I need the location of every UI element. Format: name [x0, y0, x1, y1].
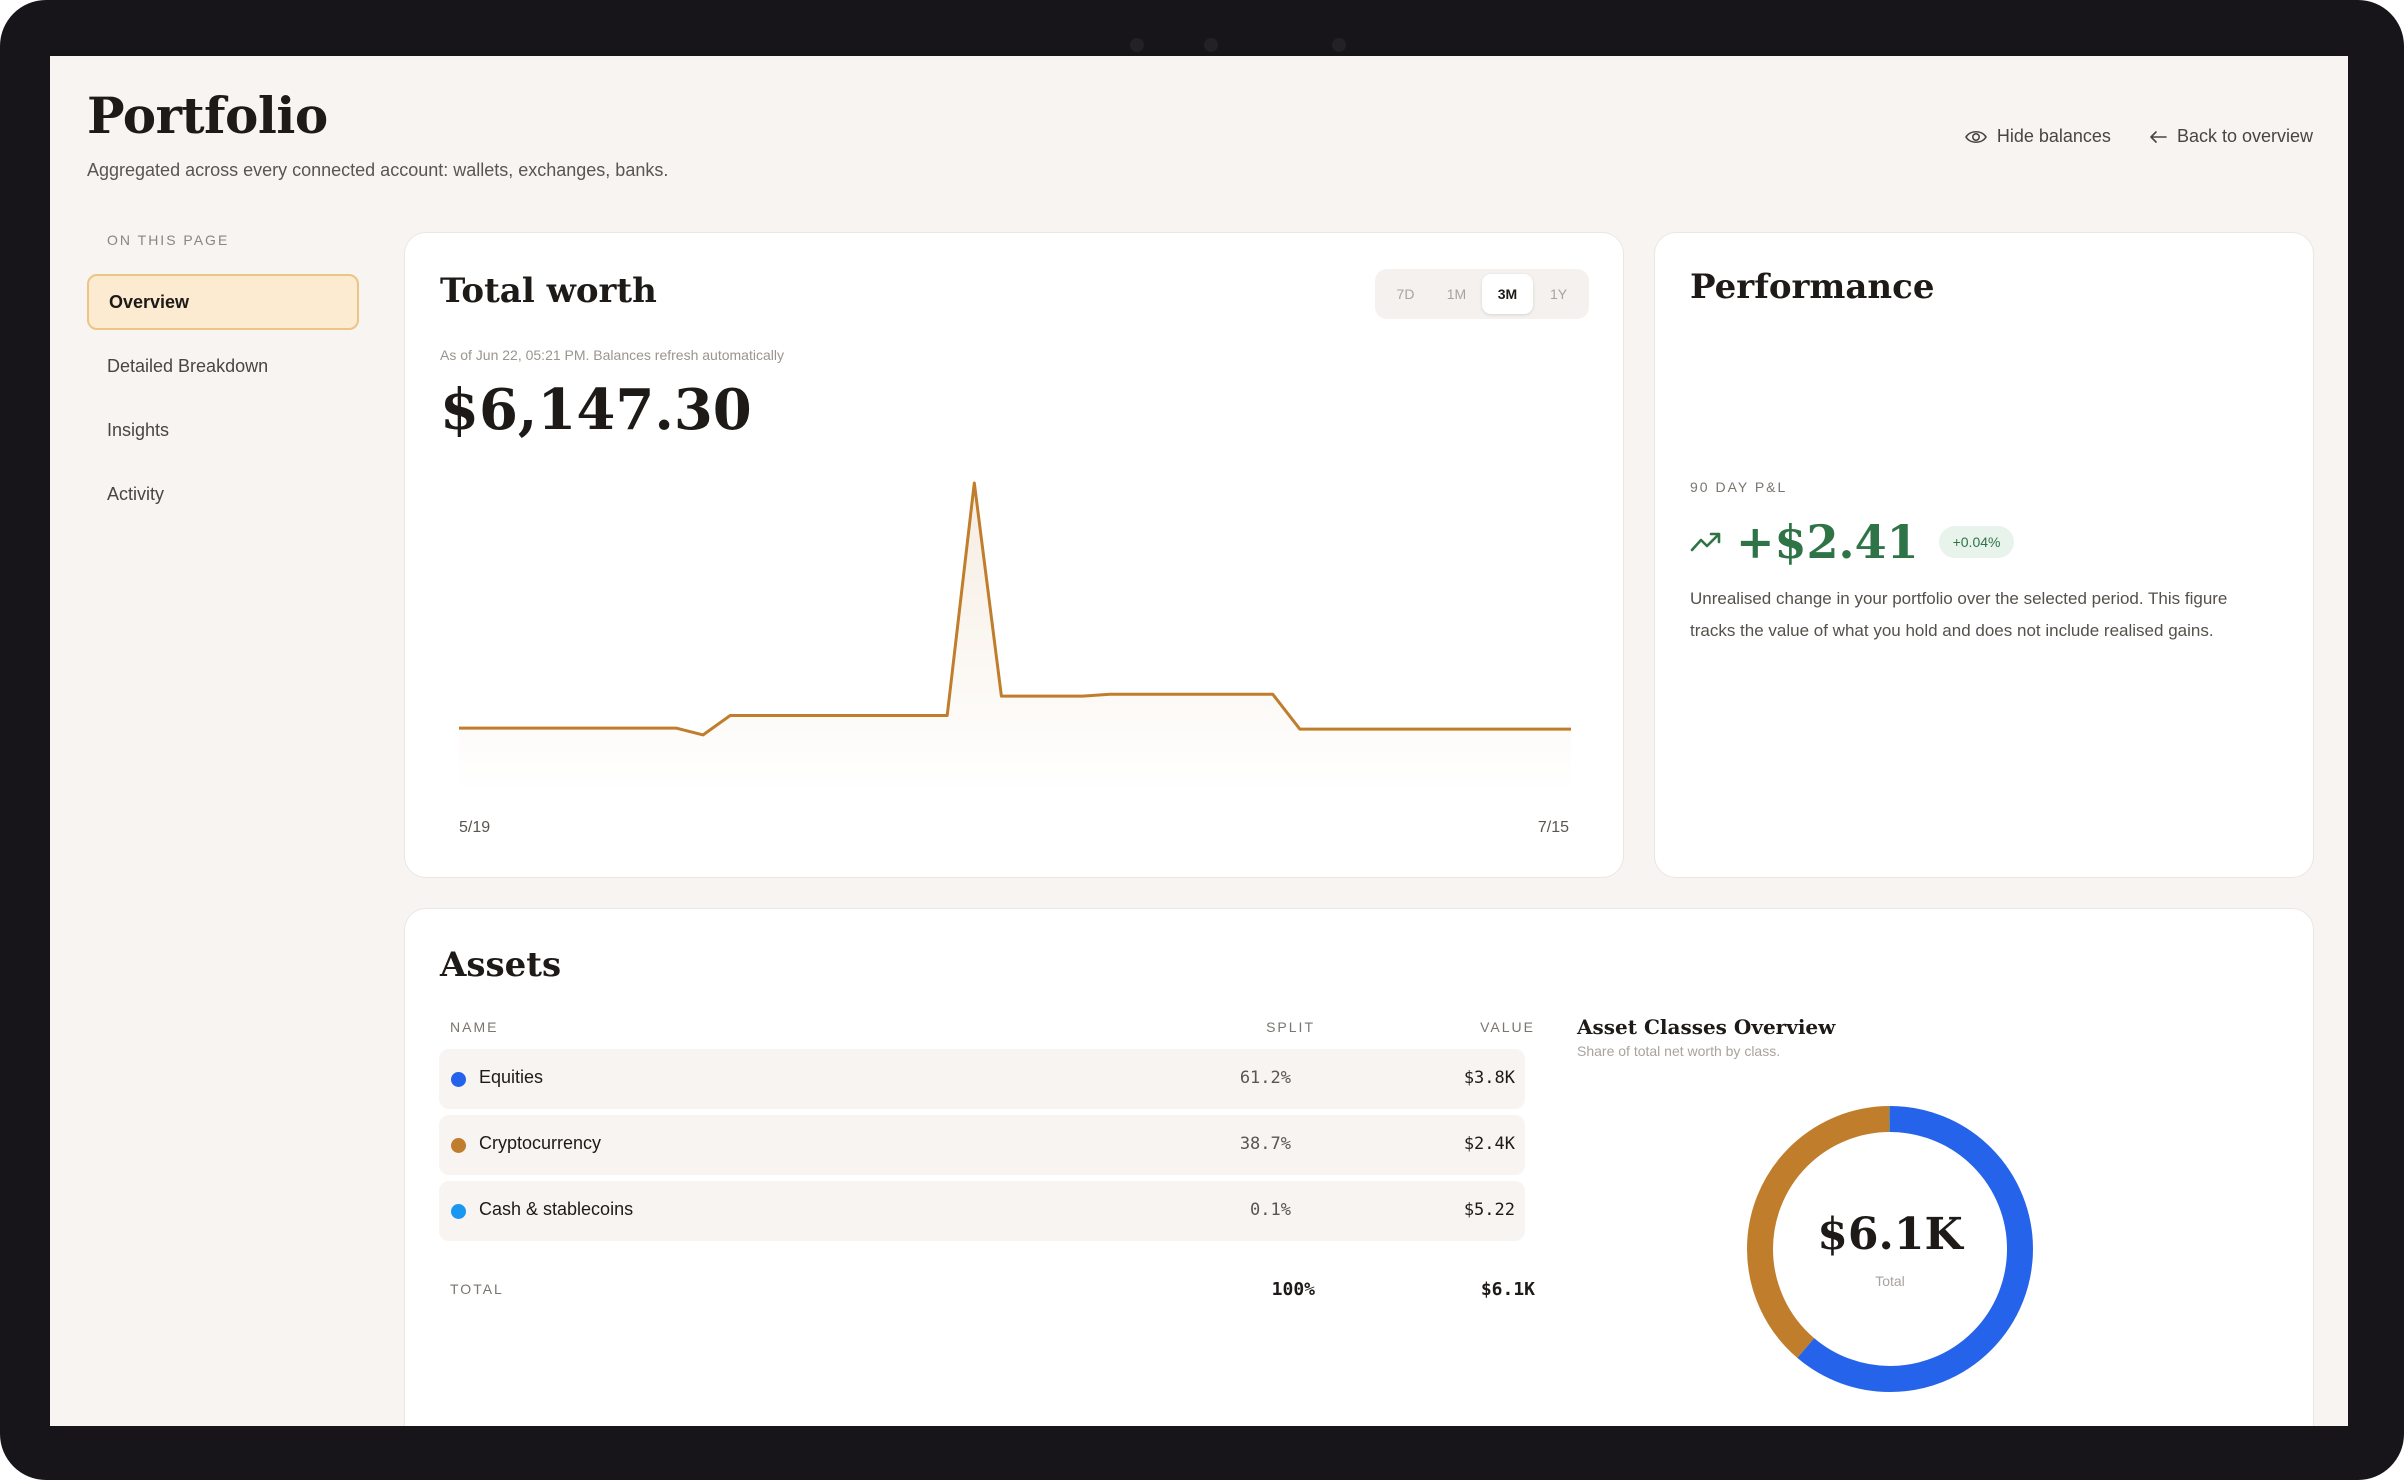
cryptocurrency-color-dot	[451, 1138, 466, 1153]
cash-color-dot	[451, 1204, 466, 1219]
x-axis-start-label: 5/19	[459, 819, 491, 836]
equities-color-dot	[451, 1072, 466, 1087]
asset-split: 61.2%	[1239, 1068, 1291, 1088]
asset-split: 38.7%	[1239, 1134, 1291, 1154]
asset-value: $2.4K	[1463, 1134, 1515, 1154]
donut-title: Asset Classes Overview	[1577, 1015, 1836, 1039]
performance-card: Performance 90 DAY P&L +$2.41 +0.04% Unr…	[1654, 232, 2314, 878]
column-header-split: SPLIT	[1266, 1019, 1315, 1035]
hide-balances-label: Hide balances	[1996, 126, 2111, 146]
total-value: $6.1K	[1480, 1279, 1535, 1300]
page-subtitle: Aggregated across every connected accoun…	[87, 160, 669, 180]
pnl-row: +$2.41 +0.04%	[1690, 515, 2015, 569]
header-actions: Hide balances Back to overview	[1964, 126, 2313, 147]
column-header-name: NAME	[450, 1019, 499, 1035]
camera-dot	[1204, 38, 1218, 52]
sidebar-item-insights[interactable]: Insights	[87, 402, 359, 458]
assets-card: Assets NAME SPLIT VALUE Equities 61.2% $…	[404, 908, 2314, 1426]
back-to-overview-link[interactable]: Back to overview	[2149, 126, 2313, 147]
app-screen: Portfolio Aggregated across every connec…	[50, 56, 2348, 1426]
assets-title: Assets	[440, 945, 562, 985]
sensor-dot	[1130, 38, 1144, 52]
total-split: 100%	[1271, 1279, 1315, 1300]
asset-row-cash-stablecoins[interactable]: Cash & stablecoins 0.1% $5.22	[439, 1181, 1525, 1241]
asset-split: 0.1%	[1250, 1200, 1291, 1220]
page-title: Portfolio	[87, 86, 328, 145]
pnl-percent-badge: +0.04%	[1938, 526, 2015, 558]
pnl-kicker: 90 DAY P&L	[1690, 479, 1788, 495]
total-worth-series-line	[459, 481, 1571, 737]
asset-name: Cryptocurrency	[479, 1133, 602, 1153]
donut-subtitle: Share of total net worth by class.	[1577, 1043, 1781, 1059]
nav-heading: ON THIS PAGE	[107, 232, 230, 248]
sidebar-item-detailed-breakdown[interactable]: Detailed Breakdown	[87, 338, 359, 394]
asset-row-equities[interactable]: Equities 61.2% $3.8K	[439, 1049, 1525, 1109]
total-worth-line-chart	[459, 481, 1571, 793]
performance-title: Performance	[1690, 267, 1935, 307]
sidebar-nav: Overview Detailed Breakdown Insights Act…	[87, 274, 359, 530]
device-bezel: Portfolio Aggregated across every connec…	[0, 0, 2404, 1480]
asset-value: $3.8K	[1463, 1068, 1515, 1088]
eye-icon	[1964, 130, 1987, 143]
arrow-left-icon	[2150, 130, 2167, 143]
donut-center-label: Total	[1875, 1273, 1905, 1289]
asset-name: Cash & stablecoins	[479, 1199, 634, 1219]
back-to-overview-label: Back to overview	[2176, 126, 2313, 146]
pnl-value: +$2.41	[1736, 515, 1919, 569]
performance-description: Unrealised change in your portfolio over…	[1690, 589, 2228, 640]
asset-name: Equities	[479, 1067, 544, 1087]
total-worth-card: Total worth 7D 1M 3M 1Y As of Jun 22, 05…	[404, 232, 1624, 878]
column-header-value: VALUE	[1480, 1019, 1535, 1035]
sensor-dot	[1332, 38, 1346, 52]
trending-up-icon	[1690, 532, 1721, 552]
asset-row-cryptocurrency[interactable]: Cryptocurrency 38.7% $2.4K	[439, 1115, 1525, 1175]
asset-value: $5.22	[1463, 1200, 1515, 1220]
x-axis-end-label: 7/15	[1537, 819, 1569, 836]
sidebar-item-activity[interactable]: Activity	[87, 466, 359, 522]
line-chart-area-fill	[459, 483, 1571, 793]
sidebar-item-overview[interactable]: Overview	[87, 274, 359, 330]
donut-center-value: $6.1K	[1817, 1209, 1963, 1260]
hide-balances-button[interactable]: Hide balances	[1964, 126, 2111, 147]
total-label: TOTAL	[450, 1281, 504, 1297]
